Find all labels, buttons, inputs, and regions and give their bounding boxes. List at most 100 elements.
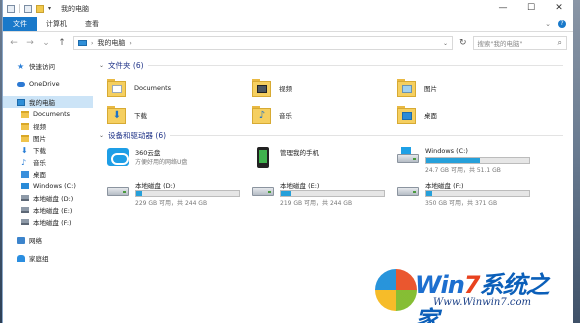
device-info: 360云盘 方便好用的网络U盘 (135, 147, 252, 166)
drives-grid: 360云盘 方便好用的网络U盘 管理我的手机 Windows (C:) 24.7… (107, 144, 573, 210)
drive-e[interactable]: 本地磁盘 (E:) 219 GB 可用，共 244 GB (252, 177, 397, 210)
sidebar-item-drive-c[interactable]: Windows (C:) (3, 180, 93, 192)
device-manage-phone[interactable]: 管理我的手机 (252, 144, 397, 177)
folder-label: 下载 (134, 111, 147, 120)
sidebar-item-label: Documents (33, 110, 71, 118)
cloud-icon (17, 81, 25, 87)
sidebar-item-label: 网络 (29, 237, 42, 245)
sidebar-item-music[interactable]: ♪ 音乐 (3, 156, 93, 168)
sidebar-item-label: OneDrive (29, 80, 60, 88)
search-icon: ⌕ (557, 38, 562, 47)
sidebar-item-label: 下载 (33, 147, 46, 155)
video-folder-icon (252, 77, 271, 98)
search-placeholder: 搜索"我的电脑" (477, 40, 523, 48)
breadcrumb-this-pc[interactable]: 我的电脑 (97, 38, 125, 48)
maximize-button[interactable]: ☐ (517, 0, 545, 17)
star-icon: ★ (17, 61, 25, 71)
drive-usage-fill (426, 158, 480, 163)
folder-label: 图片 (424, 84, 437, 93)
folders-group-header[interactable]: ⌄ 文件夹 (6) (99, 58, 573, 72)
ribbon-tabs: 文件 计算机 查看 ⌄ ? (3, 17, 573, 32)
watermark-url: Www.Winwin7.com (433, 297, 531, 308)
device-name: 360云盘 (135, 149, 161, 157)
drive-capacity: 229 GB 可用，共 244 GB (135, 200, 208, 207)
folder-pictures[interactable]: 图片 (397, 74, 542, 101)
sidebar-item-label: 家庭组 (29, 255, 49, 263)
computer-icon (78, 40, 87, 46)
sidebar-item-this-pc[interactable]: 我的电脑 (3, 96, 93, 108)
tab-view[interactable]: 查看 (76, 17, 108, 31)
expand-ribbon-icon[interactable]: ⌄ (545, 20, 551, 28)
sidebar-item-downloads[interactable]: ⬇ 下载 (3, 144, 93, 156)
forward-button[interactable]: → (25, 38, 35, 48)
sidebar-item-onedrive[interactable]: OneDrive (3, 78, 93, 90)
drive-c[interactable]: Windows (C:) 24.7 GB 可用，共 51.1 GB (397, 144, 542, 177)
sidebar-item-label: 本地磁盘 (F:) (33, 219, 72, 227)
new-folder-icon[interactable] (36, 4, 44, 13)
sidebar-item-videos[interactable]: 视频 (3, 120, 93, 132)
folder-music[interactable]: ♪ 音乐 (252, 101, 397, 128)
recent-locations-dropdown[interactable]: ⌄ (41, 38, 51, 48)
folder-downloads[interactable]: ⬇ 下载 (107, 101, 252, 128)
folder-desktop[interactable]: 桌面 (397, 101, 542, 128)
drive-info: Windows (C:) 24.7 GB 可用，共 51.1 GB (425, 147, 542, 174)
sidebar-item-desktop[interactable]: 桌面 (3, 168, 93, 180)
phone-icon (252, 147, 274, 169)
sidebar-item-homegroup[interactable]: 家庭组 (3, 252, 93, 264)
folder-label: 桌面 (424, 111, 437, 120)
folder-videos[interactable]: 视频 (252, 74, 397, 101)
customize-toolbar-dropdown-icon[interactable]: ▾ (48, 5, 51, 12)
properties-icon[interactable] (24, 4, 32, 13)
video-folder-icon (21, 122, 29, 130)
group-title: 设备和驱动器 (6) (108, 130, 167, 140)
sidebar-item-pictures[interactable]: 图片 (3, 132, 93, 144)
sidebar-item-documents[interactable]: Documents (3, 108, 93, 120)
drive-name: Windows (C:) (425, 147, 468, 155)
download-folder-icon: ⬇ (107, 104, 126, 125)
minimize-button[interactable]: — (489, 0, 517, 17)
sidebar-item-label: 我的电脑 (29, 99, 55, 107)
document-folder-icon (107, 77, 126, 98)
back-button[interactable]: ← (9, 38, 19, 48)
folders-grid: Documents 视频 图片 ⬇ 下载 ♪ 音乐 桌面 (107, 74, 573, 128)
sidebar-item-quick-access[interactable]: ★ 快速访问 (3, 60, 93, 72)
address-history-dropdown[interactable]: ⌄ (443, 40, 448, 47)
tab-computer[interactable]: 计算机 (37, 17, 76, 31)
help-icon[interactable]: ? (558, 20, 566, 28)
drive-name: 本地磁盘 (D:) (135, 182, 176, 190)
sidebar-item-drive-f[interactable]: 本地磁盘 (F:) (3, 216, 93, 228)
sidebar-item-drive-d[interactable]: 本地磁盘 (D:) (3, 192, 93, 204)
path-separator: › (91, 39, 94, 47)
download-icon: ⬇ (21, 145, 28, 155)
device-360-cloud[interactable]: 360云盘 方便好用的网络U盘 (107, 144, 252, 177)
device-description: 方便好用的网络U盘 (135, 159, 188, 166)
group-divider (170, 134, 563, 136)
folder-documents[interactable]: Documents (107, 74, 252, 101)
desktop-folder-icon (397, 104, 416, 125)
sidebar-item-drive-e[interactable]: 本地磁盘 (E:) (3, 204, 93, 216)
address-bar[interactable]: › 我的电脑 › ⌄ (73, 36, 453, 50)
device-info: 管理我的手机 (280, 147, 397, 157)
title-bar[interactable]: ▾ 我的电脑 — ☐ ✕ (3, 0, 573, 17)
sidebar-item-network[interactable]: 网络 (3, 234, 93, 246)
refresh-button[interactable]: ↻ (459, 38, 467, 48)
site-watermark: Win7系统之家 Www.Winwin7.com (375, 263, 571, 323)
sidebar-item-label: 本地磁盘 (D:) (33, 195, 74, 203)
content-area: ★ 快速访问 OneDrive 我的电脑 Documents 视频 图片 ⬇ 下… (3, 54, 573, 323)
desktop-folder-icon (21, 170, 29, 178)
music-folder-icon: ♪ (252, 104, 271, 125)
drive-d[interactable]: 本地磁盘 (D:) 229 GB 可用，共 244 GB (107, 177, 252, 210)
drives-group-header[interactable]: ⌄ 设备和驱动器 (6) (99, 128, 573, 142)
search-input[interactable]: 搜索"我的电脑" ⌕ (472, 36, 567, 50)
drive-info: 本地磁盘 (D:) 229 GB 可用，共 244 GB (135, 180, 252, 207)
group-divider (147, 64, 563, 66)
navigation-pane: ★ 快速访问 OneDrive 我的电脑 Documents 视频 图片 ⬇ 下… (3, 54, 93, 323)
up-button[interactable]: ↑ (57, 38, 67, 48)
drive-f[interactable]: 本地磁盘 (F:) 350 GB 可用，共 371 GB (397, 177, 542, 210)
folder-label: Documents (134, 83, 172, 92)
drive-usage-bar (280, 190, 385, 197)
tab-file[interactable]: 文件 (3, 17, 37, 31)
close-button[interactable]: ✕ (545, 0, 573, 17)
windows-drive-icon (397, 147, 419, 169)
sidebar-item-label: 快速访问 (29, 63, 55, 71)
